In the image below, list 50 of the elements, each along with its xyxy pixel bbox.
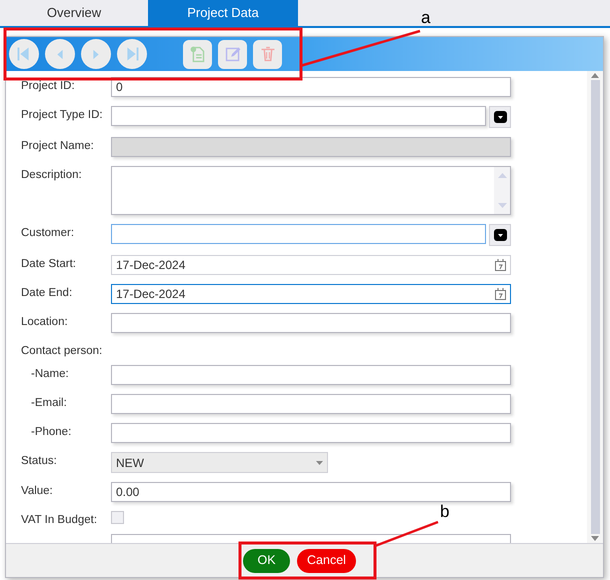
scroll-down-icon[interactable] (498, 203, 506, 208)
cancel-button[interactable]: Cancel (297, 548, 356, 572)
input-field[interactable]: 0.00 (111, 482, 511, 502)
date-field[interactable]: 17-Dec-2024 (111, 255, 511, 275)
field-label: Contact person: (21, 344, 104, 358)
next-icon (92, 48, 100, 60)
input-field[interactable] (111, 224, 486, 244)
checkbox[interactable] (111, 511, 124, 524)
tab[interactable]: Project Data (148, 0, 298, 26)
calendar-icon (495, 288, 506, 300)
caret-icon (494, 111, 506, 123)
field-label: VAT In Budget: (21, 513, 98, 527)
field-label: Project Type ID: (21, 108, 104, 122)
dropdown-button[interactable] (489, 224, 511, 246)
scrollbar-thumb[interactable] (590, 80, 600, 534)
field-label: Status: (21, 454, 58, 468)
dropdown[interactable]: NEW (111, 452, 328, 473)
dropdown-button[interactable] (489, 106, 511, 128)
field-label: Value: (21, 484, 54, 498)
field-label: -Phone: (30, 425, 72, 439)
field-label: Customer: (21, 226, 76, 240)
input-field[interactable]: 0 (111, 77, 511, 97)
scroll-down-icon[interactable] (591, 536, 599, 541)
input-field[interactable] (111, 106, 486, 126)
tab[interactable]: Overview (0, 0, 148, 26)
field-label: -Email: (30, 396, 68, 410)
date-field[interactable]: 17-Dec-2024 (111, 284, 511, 304)
scroll-up-icon[interactable] (498, 173, 506, 178)
input-field[interactable] (111, 394, 511, 414)
caret-icon (494, 229, 506, 241)
field-label: Date End: (21, 286, 74, 300)
caret-icon (316, 460, 323, 464)
previous-icon (56, 48, 64, 60)
text-area[interactable] (111, 166, 511, 215)
field-label: Project ID: (21, 79, 76, 93)
calendar-icon (495, 259, 506, 271)
scrollbar[interactable] (587, 71, 603, 543)
leader-line (374, 520, 438, 548)
field-label: Description: (21, 168, 83, 182)
input-field[interactable] (111, 313, 511, 333)
field-label: Location: (21, 315, 69, 329)
input-field[interactable] (111, 365, 511, 385)
callout-label: b (440, 503, 450, 521)
scroll-up-icon[interactable] (591, 73, 599, 78)
input-field[interactable] (111, 423, 511, 443)
field-label: Project Name: (21, 139, 95, 153)
field-label: Date Start: (21, 257, 77, 271)
ok-button[interactable]: OK (243, 548, 290, 572)
callout-label: a (421, 9, 430, 27)
field-label: -Name: (30, 367, 70, 381)
